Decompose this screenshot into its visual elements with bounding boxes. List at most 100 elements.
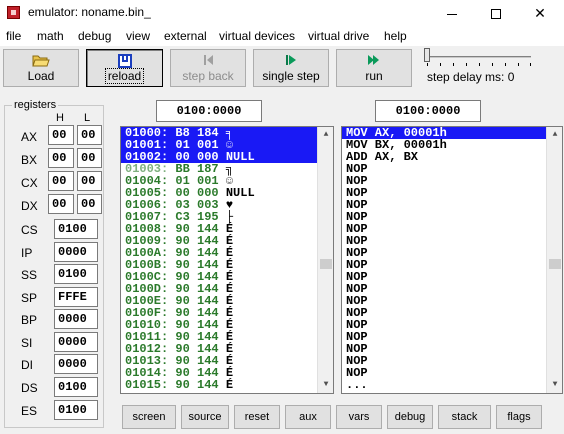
reg-cl-field[interactable]: 00 (77, 171, 102, 191)
minimize-icon (447, 13, 457, 15)
disassembly-list[interactable]: MOV AX, 00001h MOV BX, 00001h ADD AX, BX NO… (341, 126, 563, 394)
load-label: Load (27, 69, 55, 83)
reload-label: reload (87, 68, 162, 84)
reload-button[interactable]: reload (86, 49, 163, 87)
memory-row[interactable]: 01015: 90 144 É (121, 379, 333, 391)
disassembly-row[interactable]: NOP (342, 343, 562, 355)
disassembly-row[interactable]: NOP (342, 331, 562, 343)
step-delay-slider[interactable] (424, 48, 430, 62)
reg-cx-label: CX (21, 176, 38, 190)
reg-al-field[interactable]: 00 (77, 125, 102, 145)
reg-si-label: SI (21, 336, 33, 350)
disassembly-row[interactable]: NOP (342, 367, 562, 379)
reg-ss-label: SS (21, 268, 38, 282)
debug-button[interactable]: debug (387, 405, 433, 429)
reg-ah-field[interactable]: 00 (48, 125, 74, 145)
run-label: run (365, 69, 383, 83)
disassembly-row[interactable]: NOP (342, 187, 562, 199)
minimize-button[interactable] (430, 0, 474, 26)
disassembly-rows: MOV AX, 00001h MOV BX, 00001h ADD AX, BX NO… (342, 127, 562, 391)
reg-dh-field[interactable]: 00 (48, 194, 74, 214)
memory-hex: 90 (175, 378, 190, 392)
step-back-label: step back (182, 69, 234, 83)
menu-external[interactable]: external (164, 29, 207, 43)
menu-help[interactable]: help (384, 29, 407, 43)
screen-button[interactable]: screen (122, 405, 176, 429)
maximize-button[interactable] (474, 0, 518, 26)
single-step-icon (254, 53, 328, 69)
window-title: emulator: noname.bin_ (28, 5, 151, 19)
scroll-up-icon[interactable]: ▲ (547, 127, 562, 143)
memory-address-field[interactable]: 0100:0000 (156, 100, 262, 122)
disassembly-row[interactable]: NOP (342, 295, 562, 307)
step-back-button[interactable]: step back (170, 49, 246, 87)
disassembly-row[interactable]: NOP (342, 247, 562, 259)
disassembly-row[interactable]: NOP (342, 307, 562, 319)
menu-math[interactable]: math (37, 29, 64, 43)
reg-ch-field[interactable]: 00 (48, 171, 74, 191)
disassembly-row[interactable]: NOP (342, 223, 562, 235)
disassembly-row[interactable]: ... (342, 379, 562, 391)
disassembly-row[interactable]: NOP (342, 199, 562, 211)
disassembly-row[interactable]: NOP (342, 163, 562, 175)
disassembly-row[interactable]: NOP (342, 355, 562, 367)
reg-es-field[interactable]: 0100 (54, 400, 98, 420)
aux-button[interactable]: aux (285, 405, 331, 429)
reg-ds-field[interactable]: 0100 (54, 377, 98, 397)
scroll-down-icon[interactable]: ▼ (318, 377, 333, 393)
scroll-down-icon[interactable]: ▼ (547, 377, 562, 393)
disassembly-row[interactable]: NOP (342, 259, 562, 271)
disassembly-scroll-thumb[interactable] (549, 259, 561, 269)
memory-scrollbar[interactable]: ▲ ▼ (317, 127, 333, 393)
menu-debug[interactable]: debug (78, 29, 111, 43)
reg-bx-label: BX (21, 153, 38, 167)
step-back-icon (171, 53, 245, 69)
step-delay-track (427, 56, 531, 58)
reg-bh-field[interactable]: 00 (48, 148, 74, 168)
reset-button[interactable]: reset (234, 405, 280, 429)
reg-bp-field[interactable]: 0000 (54, 309, 98, 329)
menu-bar: file math debug view external virtual de… (0, 26, 564, 46)
low-byte-label: L (84, 112, 91, 124)
memory-scroll-thumb[interactable] (320, 259, 332, 269)
reg-sp-label: SP (21, 291, 38, 305)
reg-ss-field[interactable]: 0100 (54, 264, 98, 284)
single-step-button[interactable]: single step (253, 49, 329, 87)
reg-dl-field[interactable]: 00 (77, 194, 102, 214)
memory-address: 01015: (125, 378, 169, 392)
disassembly-scrollbar[interactable]: ▲ ▼ (546, 127, 562, 393)
disassembly-row[interactable]: NOP (342, 283, 562, 295)
reg-ip-field[interactable]: 0000 (54, 242, 98, 262)
reg-si-field[interactable]: 0000 (54, 332, 98, 352)
reg-cs-field[interactable]: 0100 (54, 219, 98, 239)
memory-list[interactable]: 01000: B8 184 ╕ 01001: 01 001 ☺ 01002: 00 … (120, 126, 334, 394)
reg-cs-label: CS (21, 223, 38, 237)
source-button[interactable]: source (181, 405, 229, 429)
menu-file[interactable]: file (6, 29, 21, 43)
disassembly-row[interactable]: NOP (342, 271, 562, 283)
menu-virtual-drive[interactable]: virtual drive (308, 29, 369, 43)
scroll-up-icon[interactable]: ▲ (318, 127, 333, 143)
disasm-address-field[interactable]: 0100:0000 (375, 100, 481, 122)
run-button[interactable]: run (336, 49, 412, 87)
flags-button[interactable]: flags (496, 405, 542, 429)
memory-char: É (225, 378, 234, 392)
disassembly-row[interactable]: NOP (342, 175, 562, 187)
disassembly-row[interactable]: NOP (342, 319, 562, 331)
reg-sp-field[interactable]: FFFE (54, 287, 98, 307)
menu-virtual-devices[interactable]: virtual devices (219, 29, 295, 43)
stack-button[interactable]: stack (438, 405, 491, 429)
disassembly-row[interactable]: NOP (342, 211, 562, 223)
disassembly-row[interactable]: NOP (342, 235, 562, 247)
single-step-label: single step (262, 69, 320, 83)
load-button[interactable]: Load (3, 49, 79, 87)
reg-bl-field[interactable]: 00 (77, 148, 102, 168)
disassembly-row[interactable]: ADD AX, BX (342, 151, 562, 163)
reg-di-field[interactable]: 0000 (54, 354, 98, 374)
close-button[interactable]: ✕ (518, 0, 562, 26)
high-byte-label: H (56, 112, 64, 124)
reg-ds-label: DS (21, 381, 38, 395)
vars-button[interactable]: vars (336, 405, 382, 429)
reg-ip-label: IP (21, 246, 33, 260)
menu-view[interactable]: view (126, 29, 150, 43)
